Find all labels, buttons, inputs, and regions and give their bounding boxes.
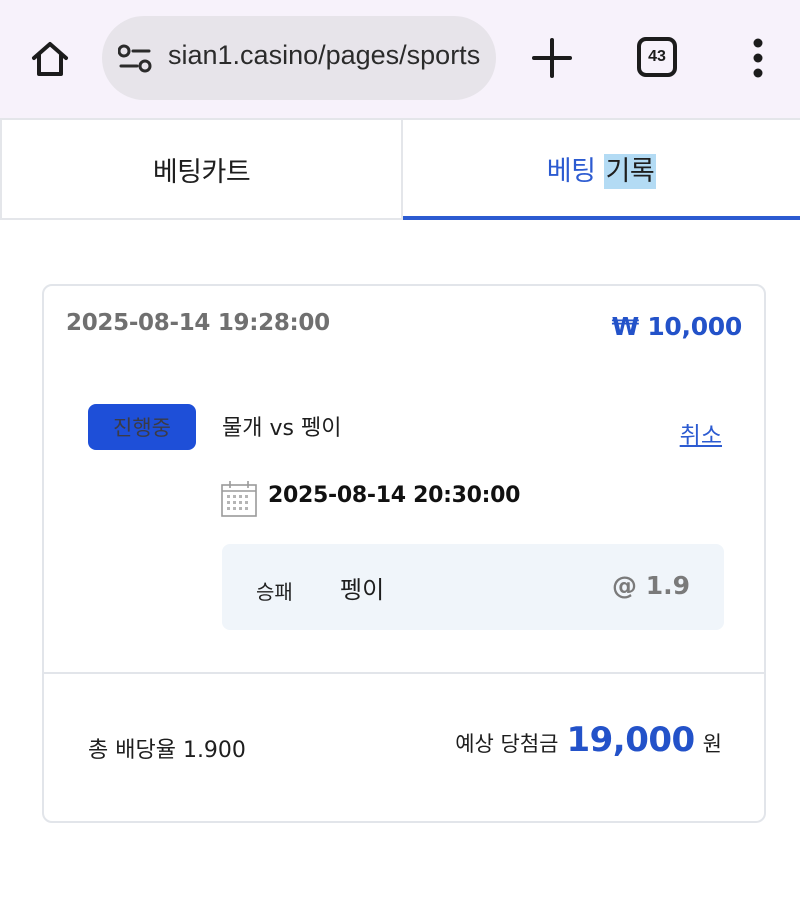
bet-record-card: 2025-08-14 19:28:00 ₩ 10,000 진행중 물개 vs 펭…	[42, 284, 766, 823]
tab-bet-cart[interactable]: 베팅카트	[0, 118, 403, 220]
cancel-button[interactable]: 취소	[680, 416, 722, 450]
plus-icon[interactable]	[530, 36, 574, 80]
match-name: 물개 vs 펭이	[222, 416, 342, 441]
more-vert-icon[interactable]	[748, 38, 768, 78]
bet-amount: ₩ 10,000	[611, 312, 743, 341]
expected-payout-label: 예상 당첨금	[455, 732, 559, 756]
tabs-icon[interactable]: 43	[637, 37, 677, 77]
tab-bet-history[interactable]: 베팅 기록	[403, 118, 800, 220]
tab-bet-history-label: 베팅 기록	[546, 153, 657, 189]
card-divider	[44, 672, 764, 674]
expected-payout-unit: 원	[702, 732, 722, 756]
calendar-icon	[221, 481, 257, 517]
url-text[interactable]: sian1.casino/pages/sports	[168, 40, 480, 71]
bet-placed-time: 2025-08-14 19:28:00	[66, 310, 330, 336]
market-type: 승패	[256, 580, 293, 604]
total-odds: 총 배당율 1.900	[88, 738, 246, 763]
expected-payout: 예상 당첨금 19,000 원	[455, 720, 722, 760]
home-button[interactable]	[24, 34, 76, 84]
bet-tabs: 베팅카트 베팅 기록	[0, 118, 800, 220]
home-icon	[32, 42, 68, 76]
match-start-time: 2025-08-14 20:30:00	[268, 483, 521, 508]
bet-selection: 승패 펭이 @ 1.9	[222, 544, 724, 630]
address-bar[interactable]: sian1.casino/pages/sports	[102, 16, 496, 100]
expected-payout-amount: 19,000	[566, 720, 695, 760]
tab-bet-cart-label: 베팅카트	[152, 156, 251, 188]
tab-count: 43	[648, 48, 666, 65]
selected-pick: 펭이	[340, 576, 385, 604]
site-info-icon[interactable]	[118, 44, 152, 74]
status-badge: 진행중	[88, 404, 196, 450]
pick-odds: @ 1.9	[612, 571, 690, 600]
browser-toolbar: sian1.casino/pages/sports 43	[0, 0, 800, 118]
